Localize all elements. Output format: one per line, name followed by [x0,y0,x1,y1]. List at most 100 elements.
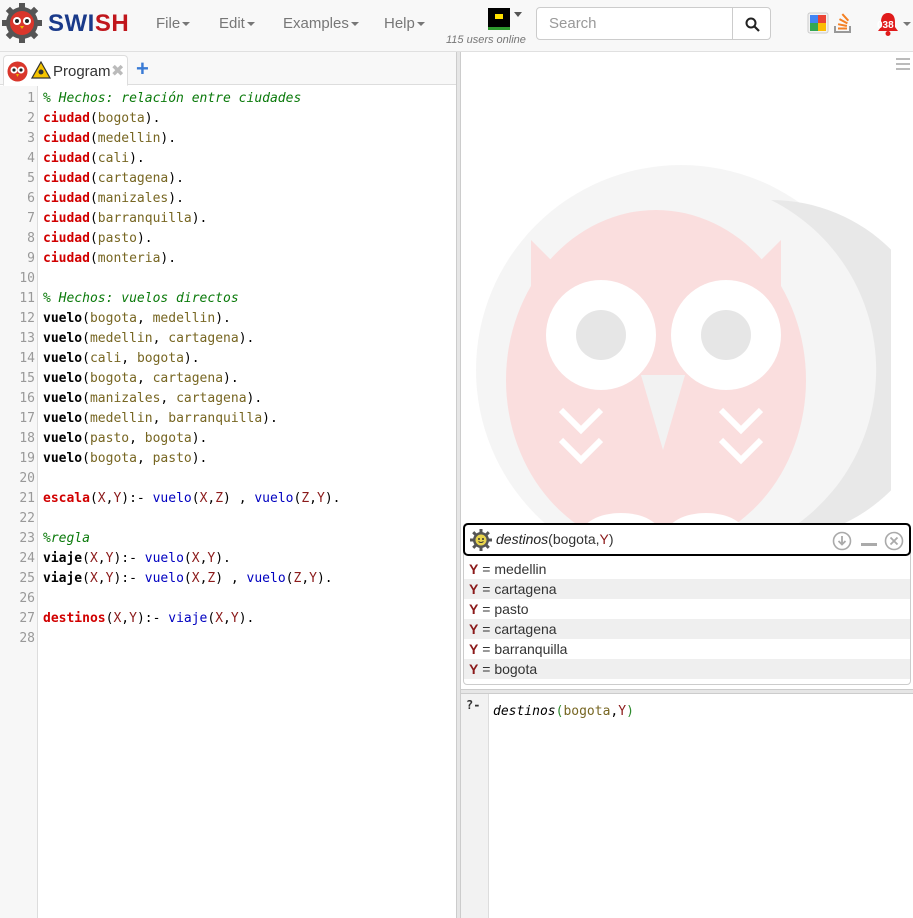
google-plus-icon[interactable] [807,12,829,34]
code-token: vuelo [246,571,286,586]
query-close-paren: ) [626,704,634,719]
caret-down-icon [350,22,359,27]
code-line[interactable]: 28 [0,629,456,649]
query-editor[interactable]: ?- destinos(bogota,Y) [461,694,913,918]
code-line[interactable]: 12 vuelo(bogota, medellin). [0,309,456,329]
line-number: 8 [27,231,35,246]
minimize-icon[interactable] [859,531,879,551]
code-line[interactable]: 15 vuelo(bogota, cartagena). [0,369,456,389]
answer-var: Y [469,581,479,597]
code-token: ( [89,171,98,186]
code-token: barranquilla [168,411,263,426]
code-token: % Hechos: relación entre ciudades [43,91,302,106]
code-token: ). [183,351,200,366]
code-token: vuelo [152,491,192,506]
brand[interactable]: SWISH [48,10,129,38]
caret-down-icon[interactable] [514,12,522,17]
code-line[interactable]: 16 vuelo(manizales, cartagena). [0,389,456,409]
download-icon[interactable] [832,531,852,551]
code-line[interactable]: 1 % Hechos: relación entre ciudades [0,89,456,109]
code-line[interactable]: 18 vuelo(pasto, bogota). [0,429,456,449]
query-result-header[interactable]: destinos(bogota,Y) [463,523,911,556]
code-token: ( [82,451,90,466]
code-line[interactable]: 6 ciudad(manizales). [0,189,456,209]
user-avatar-icon[interactable] [488,8,510,30]
query-title-atom: bogota [552,531,596,547]
code-token: vuelo [43,391,83,406]
code-line[interactable]: 9 ciudad(monteria). [0,249,456,269]
menu-help[interactable]: Help [384,15,425,32]
swish-logo-icon[interactable] [1,2,43,44]
caret-down-icon [416,22,425,27]
line-number: 4 [27,151,35,166]
menu-edit[interactable]: Edit [219,15,255,32]
close-icon[interactable] [884,531,904,551]
close-icon[interactable]: ✖ [111,61,124,81]
code-line[interactable]: 7 ciudad(barranquilla). [0,209,456,229]
query-input[interactable]: destinos(bogota,Y) [493,704,634,719]
brand-sh: SH [94,10,130,37]
answer-eq: = [478,661,495,677]
caret-down-icon[interactable] [903,22,911,26]
code-token: , [97,551,106,566]
code-token: bogota [89,311,137,326]
code-token: , [152,331,169,346]
code-line[interactable]: 4 ciudad(cali). [0,149,456,169]
code-token: ( [82,571,90,586]
code-line[interactable]: 10 [0,269,456,289]
code-token: ). [136,231,153,246]
search-input[interactable] [536,7,733,40]
answer-var: Y [469,621,479,637]
code-line[interactable]: 8 ciudad(pasto). [0,229,456,249]
code-token: ( [89,231,98,246]
menu-examples[interactable]: Examples [283,15,359,32]
line-text: ciudad(cali). [43,149,145,169]
answer-value: cartagena [494,621,557,637]
code-token: , [223,611,231,626]
code-token: vuelo [254,491,294,506]
stackoverflow-icon[interactable] [832,12,854,34]
code-token: , [129,431,145,446]
code-line[interactable]: 23 %regla [0,529,456,549]
code-line[interactable]: 24 viaje(X,Y):- vuelo(X,Y). [0,549,456,569]
code-line[interactable]: 22 [0,509,456,529]
code-token: X [89,571,98,586]
code-line[interactable]: 14 vuelo(cali, bogota). [0,349,456,369]
code-token: ( [89,151,98,166]
query-title: destinos(bogota,Y) [496,531,614,547]
code-area[interactable]: 1 % Hechos: relación entre ciudades 2 ciuda… [0,89,456,649]
code-line[interactable]: 13 vuelo(medellin, cartagena). [0,329,456,349]
code-line[interactable]: 21 escala(X,Y):- vuelo(X,Z) , vuelo(Z,Y). [0,489,456,509]
code-token: manizales [89,391,161,406]
code-line[interactable]: 19 vuelo(bogota, pasto). [0,449,456,469]
code-line[interactable]: 5 ciudad(cartagena). [0,169,456,189]
menu-help-label: Help [384,15,415,32]
line-text: escala(X,Y):- vuelo(X,Z) , vuelo(Z,Y). [43,489,340,509]
code-line[interactable]: 2 ciudad(bogota). [0,109,456,129]
line-number: 25 [19,571,35,586]
query-title-close: ) [608,531,614,547]
program-editor-pane: Program ✖ + 1 % Hechos: relación entre ci… [0,52,456,918]
code-line[interactable]: 26 [0,589,456,609]
code-line[interactable]: 27 destinos(X,Y):- viaje(X,Y). [0,609,456,629]
code-token: , [136,371,153,386]
search-button[interactable] [732,7,771,40]
line-number: 19 [19,451,35,466]
code-line[interactable]: 11 % Hechos: vuelos directos [0,289,456,309]
menu-icon[interactable] [896,58,910,73]
code-token: vuelo [43,351,83,366]
code-token: ( [89,251,98,266]
code-line[interactable]: 20 [0,469,456,489]
caret-down-icon [182,22,191,27]
owl-background-icon [476,165,891,575]
code-token: cali [89,351,122,366]
code-token: ciudad [43,131,90,146]
tab-program[interactable]: Program ✖ [3,55,128,86]
code-token: , [121,351,137,366]
code-line[interactable]: 25 viaje(X,Y):- vuelo(X,Z) , vuelo(Z,Y). [0,569,456,589]
code-token: , [136,451,153,466]
code-line[interactable]: 3 ciudad(medellin). [0,129,456,149]
code-line[interactable]: 17 vuelo(medellin, barranquilla). [0,409,456,429]
add-tab-icon[interactable]: + [136,56,149,82]
menu-file[interactable]: File [156,15,191,32]
